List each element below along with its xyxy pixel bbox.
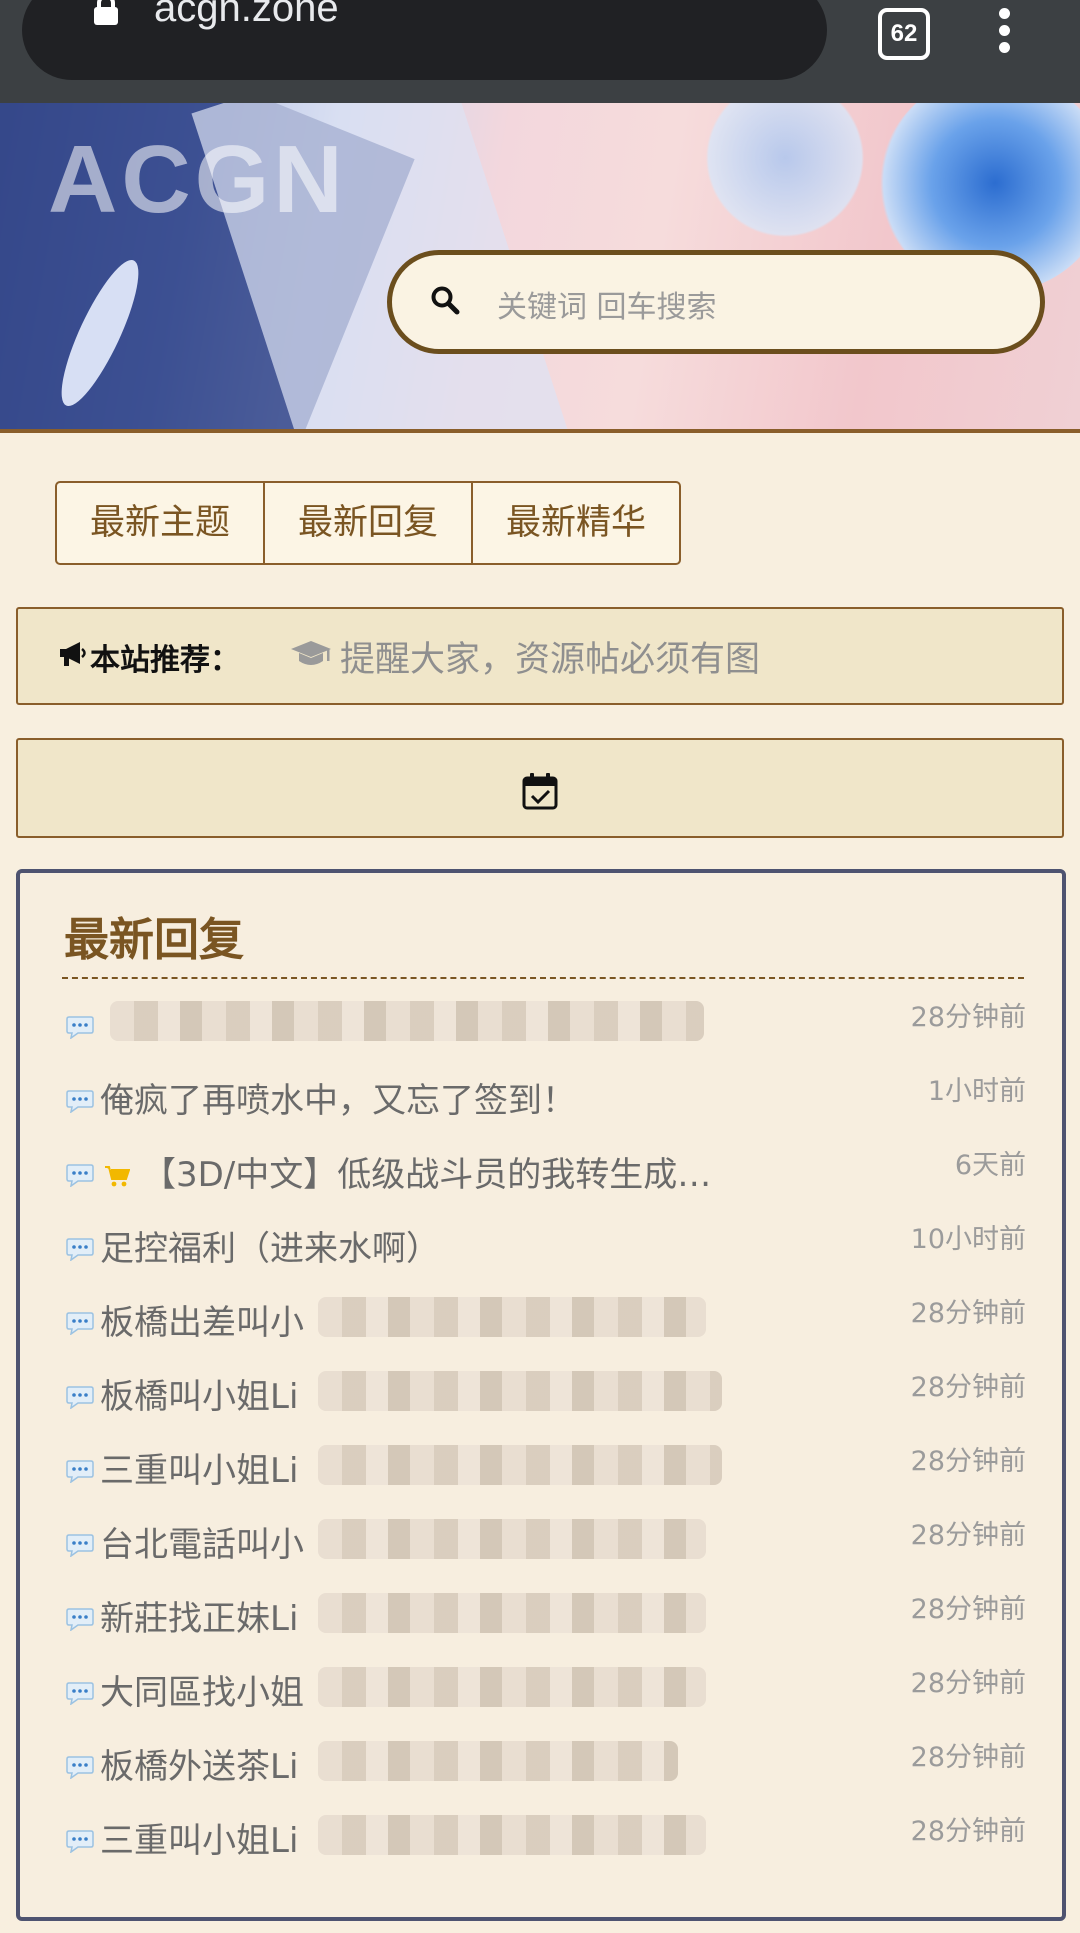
list-item[interactable]: 板橋外送茶Li 28分钟前	[62, 1731, 1026, 1791]
calendar-check-icon[interactable]	[522, 772, 558, 810]
list-item[interactable]: 三重叫小姐Li 28分钟前	[62, 1435, 1026, 1495]
tab-latest-topics[interactable]: 最新主题	[55, 481, 266, 565]
blurred-content	[318, 1815, 706, 1855]
item-time: 28分钟前	[910, 1298, 1026, 1329]
search-input[interactable]: 关键词 回车搜索	[497, 282, 717, 326]
tab-latest-featured[interactable]: 最新精华	[473, 481, 682, 565]
item-title[interactable]: 俺疯了再喷水中，又忘了签到！	[100, 1073, 576, 1122]
item-time: 28分钟前	[910, 1742, 1026, 1773]
comment-icon	[66, 1164, 94, 1187]
comment-icon	[66, 1608, 94, 1631]
recommend-label: 本站推荐：	[90, 643, 240, 678]
more-vert-icon[interactable]	[994, 8, 1014, 56]
item-title[interactable]: 【3D/中文】低级战斗员的我转生成…	[142, 1147, 711, 1196]
comment-icon	[66, 1386, 94, 1409]
item-title[interactable]: 板橋叫小姐Li	[100, 1369, 298, 1418]
item-time: 28分钟前	[910, 1372, 1026, 1403]
list-item[interactable]: 三重叫小姐Li 28分钟前	[62, 1805, 1026, 1865]
blurred-content	[318, 1297, 706, 1337]
comment-icon	[66, 1090, 94, 1113]
list-item[interactable]: 板橋叫小姐Li 28分钟前	[62, 1361, 1026, 1421]
item-title[interactable]: 三重叫小姐Li	[100, 1813, 298, 1862]
item-time: 28分钟前	[910, 1002, 1026, 1033]
comment-icon	[66, 1016, 94, 1039]
search-icon[interactable]	[430, 285, 460, 315]
list-item[interactable]: 新莊找正妹Li 28分钟前	[62, 1583, 1026, 1643]
item-title[interactable]: 大同區找小姐	[100, 1665, 304, 1714]
comment-icon	[66, 1756, 94, 1779]
blurred-content	[110, 1001, 704, 1041]
url-text: acgn.zone	[154, 0, 339, 30]
list-item[interactable]: 台北電話叫小 28分钟前	[62, 1509, 1026, 1569]
megaphone-icon	[60, 642, 86, 666]
checkin-button[interactable]	[16, 738, 1064, 838]
tab-switcher-button[interactable]: 62	[878, 8, 930, 60]
tab-group: 最新主题 最新回复 最新精华	[55, 481, 682, 565]
item-title[interactable]: 新莊找正妹Li	[100, 1591, 298, 1640]
blurred-content	[318, 1445, 722, 1485]
item-time: 28分钟前	[910, 1520, 1026, 1551]
cart-icon	[105, 1166, 130, 1187]
list-item[interactable]: 板橋出差叫小 28分钟前	[62, 1287, 1026, 1347]
blurred-content	[318, 1667, 706, 1707]
site-recommend-bar: 本站推荐： 提醒大家，资源帖必须有图	[16, 607, 1064, 705]
list-item[interactable]: 大同區找小姐 28分钟前	[62, 1657, 1026, 1717]
list-item[interactable]: 俺疯了再喷水中，又忘了签到！ 1小时前	[62, 1065, 1026, 1125]
comment-icon	[66, 1534, 94, 1557]
item-title[interactable]: 板橋出差叫小	[100, 1295, 304, 1344]
comment-icon	[66, 1460, 94, 1483]
blurred-content	[318, 1519, 706, 1559]
item-time: 28分钟前	[910, 1594, 1026, 1625]
comment-icon	[66, 1238, 94, 1261]
graduation-cap-icon	[291, 641, 331, 665]
blurred-content	[318, 1741, 678, 1781]
comment-icon	[66, 1312, 94, 1335]
item-title[interactable]: 板橋外送茶Li	[100, 1739, 298, 1788]
panel-title: 最新回复	[64, 913, 245, 966]
address-bar[interactable]: acgn.zone	[22, 0, 827, 80]
list-item[interactable]: 【3D/中文】低级战斗员的我转生成… 6天前	[62, 1139, 1026, 1199]
item-title[interactable]: 三重叫小姐Li	[100, 1443, 298, 1492]
panel-divider	[62, 977, 1024, 979]
comment-icon	[66, 1682, 94, 1705]
list-item[interactable]: 28分钟前	[62, 991, 1026, 1051]
recommend-link[interactable]: 提醒大家，资源帖必须有图	[340, 631, 760, 682]
browser-toolbar: acgn.zone 62	[0, 0, 1080, 103]
tab-latest-replies[interactable]: 最新回复	[265, 481, 474, 565]
item-time: 10小时前	[910, 1224, 1026, 1255]
lock-icon	[94, 0, 118, 25]
item-title[interactable]: 台北電話叫小	[100, 1517, 304, 1566]
latest-replies-panel: 最新回复 28分钟前 俺疯了再喷水中，又忘了签到！ 1小时前 【3D/中文】低级…	[16, 869, 1066, 1921]
site-banner: ACGN 关键词 回车搜索	[0, 103, 1080, 430]
site-logo[interactable]: ACGN	[48, 125, 347, 235]
list-item[interactable]: 足控福利（进来水啊） 10小时前	[62, 1213, 1026, 1273]
search-box[interactable]: 关键词 回车搜索	[387, 250, 1045, 354]
item-time: 6天前	[954, 1150, 1026, 1181]
comment-icon	[66, 1830, 94, 1853]
banner-divider	[0, 429, 1080, 433]
item-title[interactable]: 足控福利（进来水啊）	[100, 1221, 440, 1270]
item-time: 1小时前	[927, 1076, 1026, 1107]
item-time: 28分钟前	[910, 1816, 1026, 1847]
item-time: 28分钟前	[910, 1446, 1026, 1477]
blurred-content	[318, 1593, 706, 1633]
item-time: 28分钟前	[910, 1668, 1026, 1699]
blurred-content	[318, 1371, 722, 1411]
